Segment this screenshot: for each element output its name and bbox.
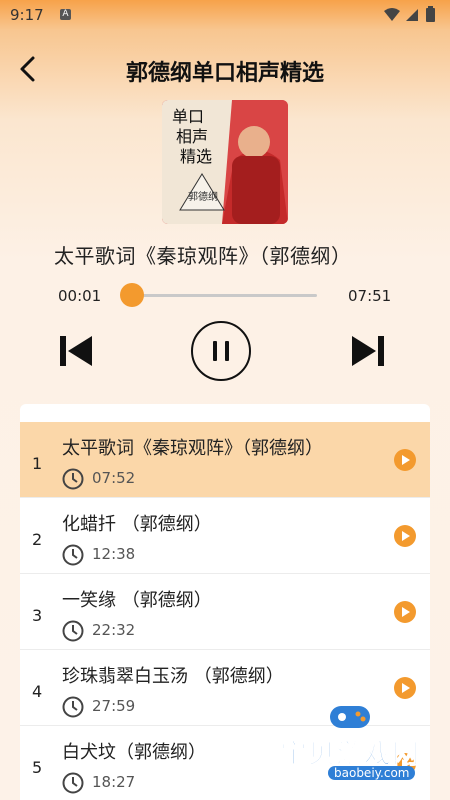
gamepad-icon [330,706,370,728]
next-track-button[interactable] [350,333,386,369]
clock-icon [62,696,84,718]
track-index: 5 [32,758,43,777]
clock-icon [62,772,84,794]
play-icon[interactable] [394,449,416,471]
list-item[interactable]: 1 太平歌词《秦琼观阵》（郭德纲） 07:52 [20,422,430,498]
track-index: 3 [32,606,43,625]
play-icon[interactable] [394,601,416,623]
status-bar: 9:17 A [0,0,450,32]
track-name: 白犬坟（郭德纲） [62,742,206,763]
notification-icon: A [60,9,71,20]
previous-track-button[interactable] [58,333,94,369]
cover-text-1: 单口 [172,107,204,126]
watermark-url: baobeiy.com [328,766,416,780]
clock-icon [62,544,84,566]
progress-bar[interactable] [125,294,317,297]
wifi-icon [384,8,400,21]
pause-icon [213,341,229,361]
cover-text-3: 精选 [180,147,212,166]
track-name: 化蜡扦 （郭德纲） [62,514,212,535]
watermark-logo: 宝贝游戏网 baobeiy.com [270,700,450,795]
track-duration: 12:38 [92,545,136,563]
status-icons [384,6,435,22]
track-duration: 22:32 [92,621,136,639]
album-cover: 单口 相声 精选 郭德纲 [162,100,288,224]
clock-icon [62,620,84,642]
signal-icon [406,9,418,21]
track-name: 太平歌词《秦琼观阵》（郭德纲） [62,438,323,459]
track-index: 2 [32,530,43,549]
current-time: 00:01 [58,287,102,305]
battery-icon [426,8,435,22]
track-duration: 18:27 [92,773,136,791]
play-icon[interactable] [394,677,416,699]
pause-button[interactable] [191,321,251,381]
page-title: 郭德纲单口相声精选 [125,61,324,86]
progress-thumb[interactable] [120,283,144,307]
total-time: 07:51 [348,287,392,305]
list-item[interactable]: 3 一笑缘 （郭德纲） 22:32 [20,574,430,650]
list-item[interactable]: 2 化蜡扦 （郭德纲） 12:38 [20,498,430,574]
track-index: 1 [32,454,43,473]
track-duration: 07:52 [92,469,136,487]
track-name: 珍珠翡翠白玉汤 （郭德纲） [62,666,284,687]
play-icon[interactable] [394,525,416,547]
track-index: 4 [32,682,43,701]
now-playing-title: 太平歌词《秦琼观阵》（郭德纲） [54,244,352,268]
track-name: 一笑缘 （郭德纲） [62,590,212,611]
clock-icon [62,468,84,490]
status-time: 9:17 [10,6,44,24]
cover-fan-text: 郭德纲 [188,190,218,203]
track-duration: 27:59 [92,697,136,715]
cover-text-2: 相声 [176,127,208,146]
